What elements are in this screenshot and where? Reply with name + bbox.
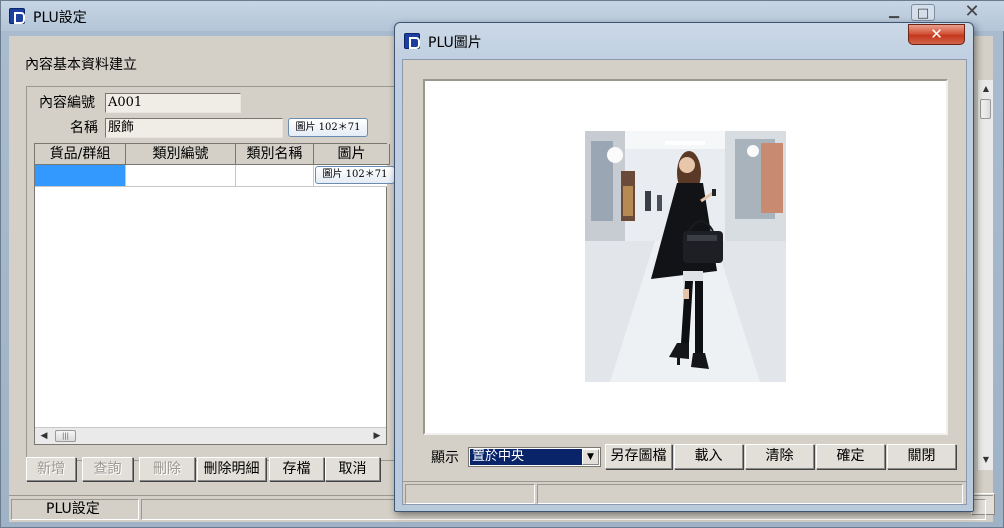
category-grid: 貨品/群組 類別編號 類別名稱 圖片 圖片 102＊71 ◀ ||| ▶ [34, 143, 395, 445]
clear-button[interactable]: 清除 [745, 444, 814, 469]
cell-category-code[interactable] [126, 165, 236, 187]
scroll-down-icon[interactable]: ▼ [978, 452, 994, 468]
chevron-down-icon[interactable]: ▼ [582, 449, 599, 465]
delete-detail-button[interactable]: 刪除明細 [197, 457, 266, 481]
cell-picture[interactable]: 圖片 102＊71 [314, 165, 395, 187]
picture-button[interactable]: 圖片 102＊71 [288, 118, 368, 137]
column-header-item-group[interactable]: 貨品/群組 [35, 144, 126, 165]
plu-picture-dialog: PLU圖片 ✕ 顯示 置於中央 ▼ 另存圖檔 載入 清除 確定 關閉 [394, 22, 974, 512]
horizontal-scrollbar[interactable]: ◀ ||| ▶ [35, 427, 386, 444]
column-header-category-name[interactable]: 類別名稱 [236, 144, 314, 165]
status-text: PLU設定 [11, 499, 139, 520]
load-button[interactable]: 載入 [674, 444, 743, 469]
scroll-thumb-vertical[interactable] [980, 99, 991, 119]
content-code-label: 內容編號 [39, 95, 95, 111]
maximize-icon[interactable]: □ [911, 4, 935, 21]
delete-button[interactable]: 刪除 [139, 457, 195, 481]
column-header-category-code[interactable]: 類別編號 [126, 144, 236, 165]
dialog-app-icon [404, 33, 420, 49]
dialog-status-panel-1 [405, 484, 535, 504]
product-photo [585, 131, 786, 382]
content-panel: 內容編號 A001 名稱 服飾 圖片 102＊71 貨品/群組 類別編號 類別名… [26, 86, 401, 461]
column-header-picture[interactable]: 圖片 [314, 144, 390, 165]
vertical-scrollbar[interactable]: ▲ ▼ [977, 80, 993, 470]
dialog-client-area: 顯示 置於中央 ▼ 另存圖檔 載入 清除 確定 關閉 [402, 59, 967, 505]
scroll-up-icon[interactable]: ▲ [978, 81, 994, 97]
dialog-status-panel-2 [537, 484, 963, 504]
cell-category-name[interactable] [236, 165, 314, 187]
scroll-thumb[interactable]: ||| [55, 430, 76, 442]
close-button[interactable]: 關閉 [887, 444, 956, 469]
ok-button[interactable]: 確定 [816, 444, 885, 469]
content-code-field[interactable]: A001 [105, 93, 241, 113]
display-mode-value: 置於中央 [470, 449, 582, 465]
dialog-close-icon[interactable]: ✕ [908, 24, 965, 45]
picture-canvas [423, 79, 948, 435]
page-title: 內容基本資料建立 [25, 57, 137, 73]
save-button[interactable]: 存檔 [269, 457, 324, 481]
row-picture-button[interactable]: 圖片 102＊71 [315, 166, 395, 184]
grid-header: 貨品/群組 類別編號 類別名稱 圖片 [35, 144, 390, 165]
cancel-button[interactable]: 取消 [325, 457, 380, 481]
save-image-as-button[interactable]: 另存圖檔 [605, 444, 672, 469]
minimize-icon[interactable]: ▁ [881, 3, 907, 22]
scroll-left-icon[interactable]: ◀ [36, 428, 52, 444]
app-icon [9, 8, 25, 24]
add-button[interactable]: 新增 [26, 457, 76, 481]
name-label: 名稱 [70, 120, 98, 136]
dialog-title: PLU圖片 [428, 35, 482, 51]
scroll-right-icon[interactable]: ▶ [369, 428, 385, 444]
table-row[interactable]: 圖片 102＊71 [35, 165, 395, 187]
dialog-status-bar [403, 481, 966, 505]
cell-item-group[interactable] [35, 165, 126, 187]
query-button[interactable]: 查詢 [82, 457, 133, 481]
close-icon[interactable]: ✕ [959, 3, 985, 22]
main-window-title: PLU設定 [33, 10, 87, 26]
display-label: 顯示 [431, 450, 459, 466]
display-mode-select[interactable]: 置於中央 ▼ [468, 447, 601, 467]
name-field[interactable]: 服飾 [105, 118, 283, 138]
